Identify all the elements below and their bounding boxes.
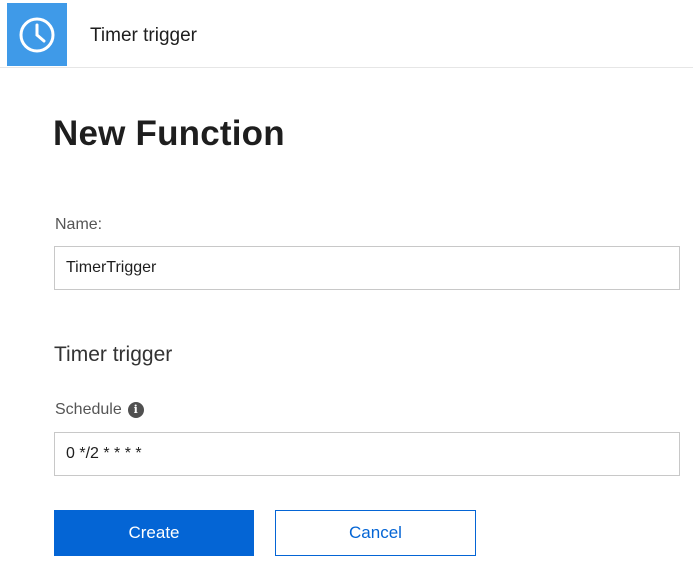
clock-icon: [19, 17, 55, 52]
name-input[interactable]: [54, 246, 680, 290]
cancel-button[interactable]: Cancel: [275, 510, 476, 556]
create-button[interactable]: Create: [54, 510, 254, 556]
schedule-label-row: Schedule i: [55, 400, 144, 420]
name-label: Name:: [55, 216, 103, 233]
header-title: Timer trigger: [90, 25, 197, 46]
schedule-input[interactable]: [54, 432, 680, 476]
timer-trigger-tile: [7, 3, 67, 66]
info-icon[interactable]: i: [127, 402, 144, 418]
section-heading: Timer trigger: [54, 343, 173, 366]
header-bar: Timer trigger: [0, 0, 693, 68]
page-title: New Function: [53, 114, 285, 153]
schedule-label: Schedule: [55, 401, 122, 418]
